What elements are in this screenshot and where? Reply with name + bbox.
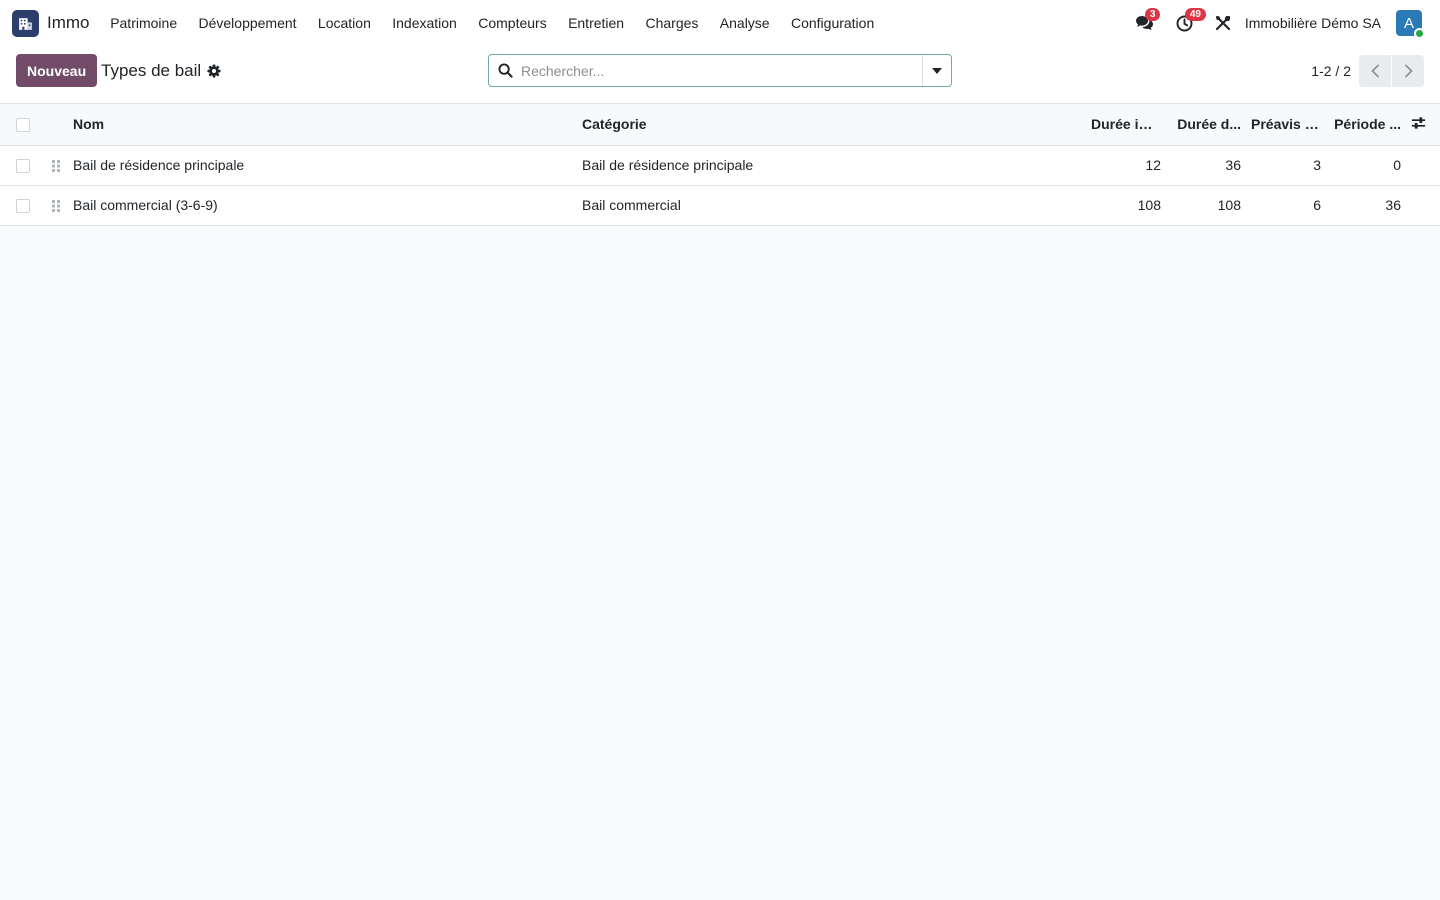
cell-spacer bbox=[1406, 185, 1440, 226]
search-options-toggle[interactable] bbox=[922, 55, 951, 86]
drag-handle-icon[interactable] bbox=[51, 159, 61, 173]
online-status-icon bbox=[1414, 28, 1425, 39]
messages-count-badge: 3 bbox=[1144, 8, 1161, 21]
cell-periode: 36 bbox=[1326, 185, 1406, 226]
new-button[interactable]: Nouveau bbox=[16, 54, 98, 87]
optional-columns-toggle[interactable] bbox=[1406, 104, 1440, 146]
menu-item-entretien[interactable]: Entretien bbox=[557, 0, 634, 46]
sliders-icon bbox=[1411, 117, 1426, 129]
systray: 3 49 Immobilière Démo SA A bbox=[1135, 0, 1425, 46]
activities-count-badge: 49 bbox=[1184, 7, 1206, 21]
cell-categorie: Bail commercial bbox=[577, 185, 1086, 226]
cell-duree-initiale: 12 bbox=[1086, 145, 1166, 186]
select-all-cell bbox=[0, 104, 46, 146]
menu-item-indexation[interactable]: Indexation bbox=[382, 0, 468, 46]
search-bar bbox=[488, 54, 952, 87]
column-header-preavis[interactable]: Préavis (... bbox=[1246, 104, 1326, 146]
caret-down-icon bbox=[932, 67, 942, 74]
chevron-right-icon bbox=[1404, 63, 1413, 78]
column-header-duree-initiale[interactable]: Durée ini... bbox=[1086, 104, 1166, 146]
menu-item-compteurs[interactable]: Compteurs bbox=[468, 0, 558, 46]
menu-item-configuration[interactable]: Configuration bbox=[780, 0, 885, 46]
column-header-periode[interactable]: Période ... bbox=[1326, 104, 1406, 146]
search-input[interactable] bbox=[521, 55, 922, 86]
menu-item-developpement[interactable]: Développement bbox=[188, 0, 307, 46]
drag-handle-cell bbox=[46, 185, 68, 226]
drag-handle-icon[interactable] bbox=[51, 199, 61, 213]
cell-spacer bbox=[1406, 145, 1440, 186]
gear-icon[interactable] bbox=[207, 63, 221, 78]
chevron-left-icon bbox=[1370, 63, 1379, 78]
cell-duree: 108 bbox=[1166, 185, 1246, 226]
avatar-initial: A bbox=[1403, 14, 1414, 32]
pager-value[interactable]: 1-2 / 2 bbox=[1311, 63, 1351, 79]
menu-item-analyse[interactable]: Analyse bbox=[709, 0, 780, 46]
app-name[interactable]: Immo bbox=[47, 13, 90, 33]
top-navbar: Immo Patrimoine Développement Location I… bbox=[0, 0, 1440, 46]
pager-next-button[interactable] bbox=[1392, 54, 1424, 87]
messaging-button[interactable]: 3 bbox=[1135, 8, 1161, 31]
pager: 1-2 / 2 bbox=[1311, 54, 1424, 87]
row-select-cell bbox=[0, 185, 46, 226]
search-icon bbox=[489, 63, 521, 78]
menu-item-patrimoine[interactable]: Patrimoine bbox=[100, 0, 188, 46]
column-header-nom[interactable]: Nom bbox=[68, 104, 577, 146]
menu-item-charges[interactable]: Charges bbox=[635, 0, 709, 46]
app-logo-icon[interactable] bbox=[12, 9, 39, 37]
cell-categorie: Bail de résidence principale bbox=[577, 145, 1086, 186]
table-row[interactable]: Bail de résidence principale Bail de rés… bbox=[0, 145, 1440, 186]
tools-icon bbox=[1215, 15, 1230, 31]
menu-item-location[interactable]: Location bbox=[307, 0, 381, 46]
row-checkbox[interactable] bbox=[16, 159, 30, 174]
control-panel: Nouveau Types de bail Rechercher... 1-2 … bbox=[0, 46, 1440, 104]
cell-nom: Bail de résidence principale bbox=[68, 145, 577, 186]
debug-tools-button[interactable] bbox=[1215, 15, 1231, 31]
table-row[interactable]: Bail commercial (3-6-9) Bail commercial … bbox=[0, 185, 1440, 226]
user-avatar[interactable]: A bbox=[1396, 10, 1425, 39]
drag-handle-cell bbox=[46, 145, 68, 186]
cell-duree: 36 bbox=[1166, 145, 1246, 186]
company-switcher[interactable]: Immobilière Démo SA bbox=[1245, 15, 1381, 31]
select-all-checkbox[interactable] bbox=[16, 118, 30, 133]
cell-duree-initiale: 108 bbox=[1086, 185, 1166, 226]
activities-button[interactable]: 49 bbox=[1176, 7, 1206, 32]
page-title: Types de bail bbox=[101, 60, 202, 80]
row-select-cell bbox=[0, 145, 46, 186]
cell-periode: 0 bbox=[1326, 145, 1406, 186]
cell-preavis: 6 bbox=[1246, 185, 1326, 226]
main-menu: Patrimoine Développement Location Indexa… bbox=[100, 0, 885, 46]
cell-preavis: 3 bbox=[1246, 145, 1326, 186]
cell-nom: Bail commercial (3-6-9) bbox=[68, 185, 577, 226]
row-checkbox[interactable] bbox=[16, 199, 30, 214]
table-header-row: Nom Catégorie Durée ini... Durée d... Pr… bbox=[0, 104, 1440, 146]
breadcrumb: Types de bail bbox=[101, 54, 221, 87]
pager-previous-button[interactable] bbox=[1359, 54, 1391, 87]
lease-types-table: Nom Catégorie Durée ini... Durée d... Pr… bbox=[0, 104, 1440, 226]
column-header-duree[interactable]: Durée d... bbox=[1166, 104, 1246, 146]
column-header-categorie[interactable]: Catégorie bbox=[577, 104, 1086, 146]
handle-header bbox=[46, 104, 68, 146]
